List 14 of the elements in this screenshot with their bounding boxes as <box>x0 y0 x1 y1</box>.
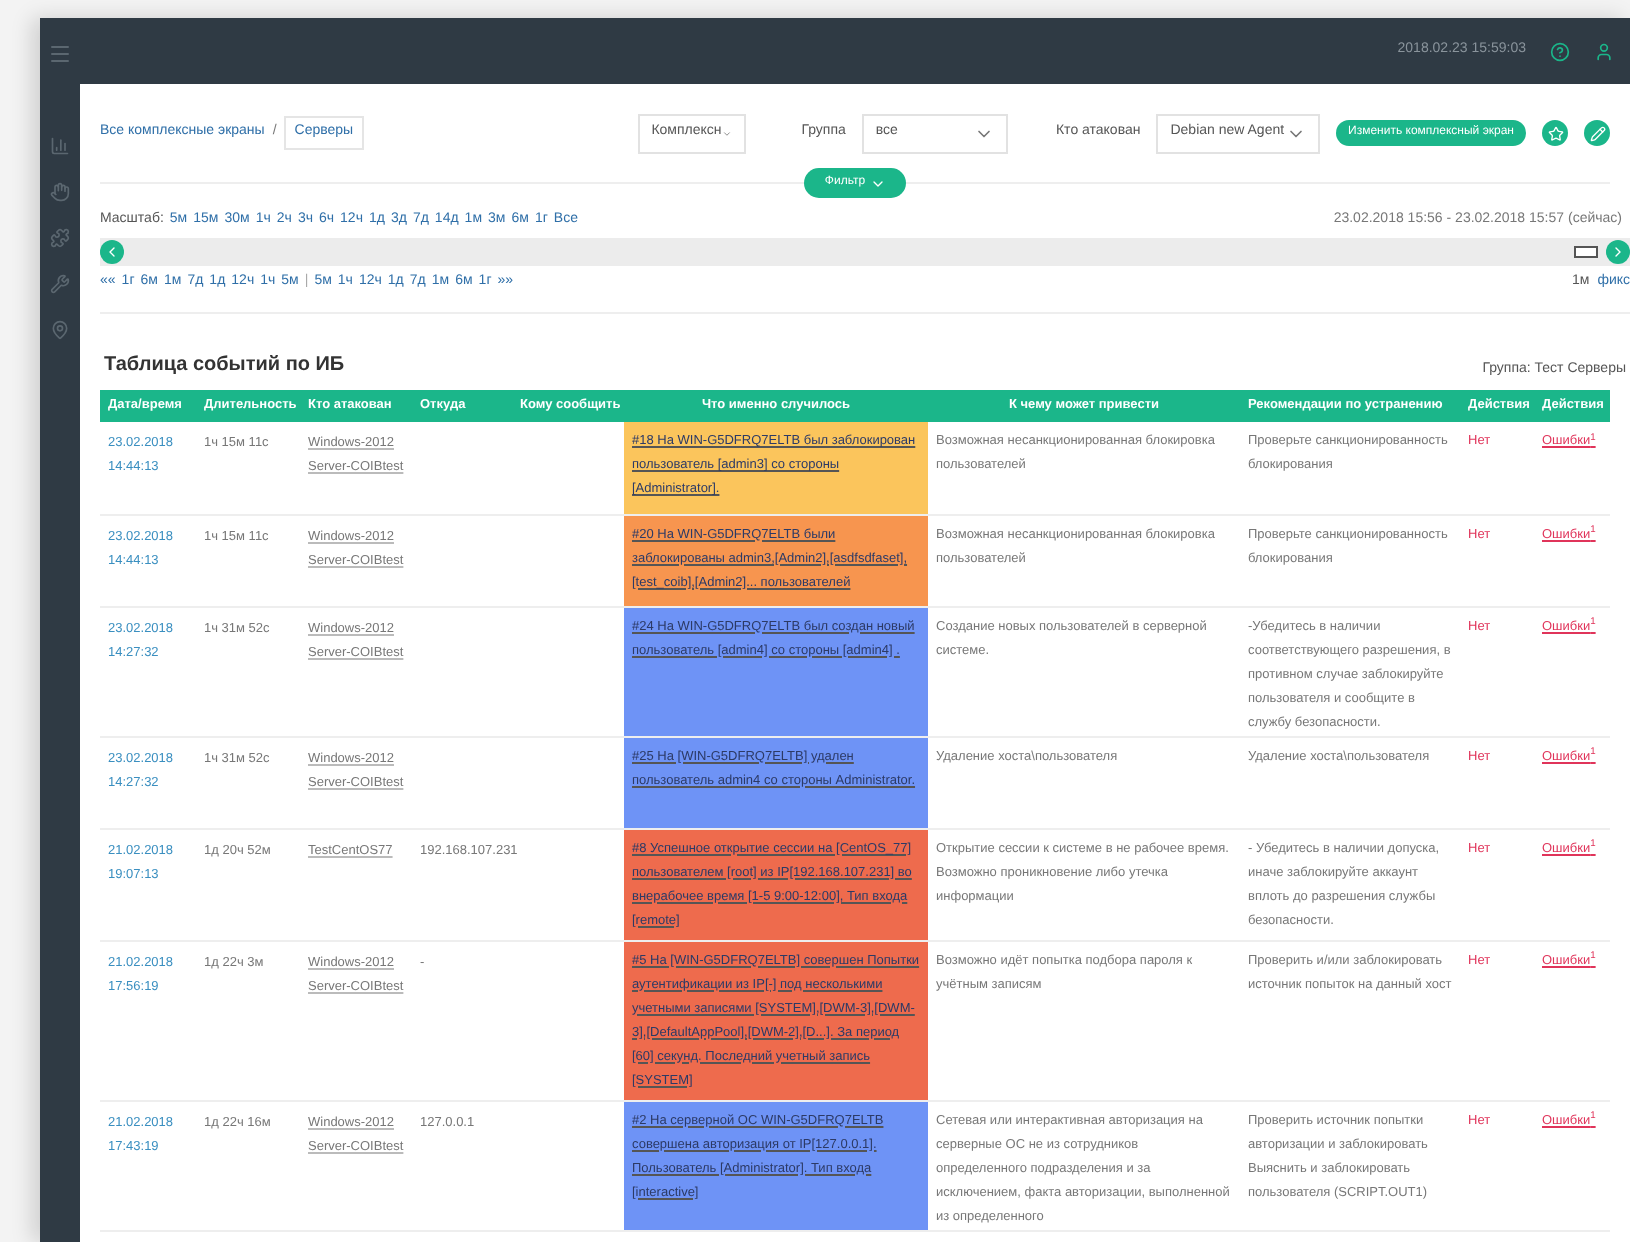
menu-icon[interactable] <box>48 42 72 66</box>
edit-button[interactable] <box>1584 120 1610 146</box>
hand-icon[interactable] <box>50 182 70 202</box>
bar-chart-icon[interactable] <box>50 136 70 156</box>
help-icon[interactable] <box>1550 41 1570 61</box>
left-handle[interactable] <box>100 239 124 263</box>
star-button[interactable] <box>1542 120 1568 146</box>
pin-icon[interactable] <box>50 320 70 340</box>
table-title: Таблица событий по ИБ <box>104 352 345 380</box>
puzzle-icon[interactable] <box>50 228 70 248</box>
range-grip-icon[interactable] <box>1574 245 1598 257</box>
right-handle[interactable] <box>1606 239 1630 263</box>
wrench-icon[interactable] <box>50 274 70 294</box>
user-icon[interactable] <box>1594 41 1614 61</box>
